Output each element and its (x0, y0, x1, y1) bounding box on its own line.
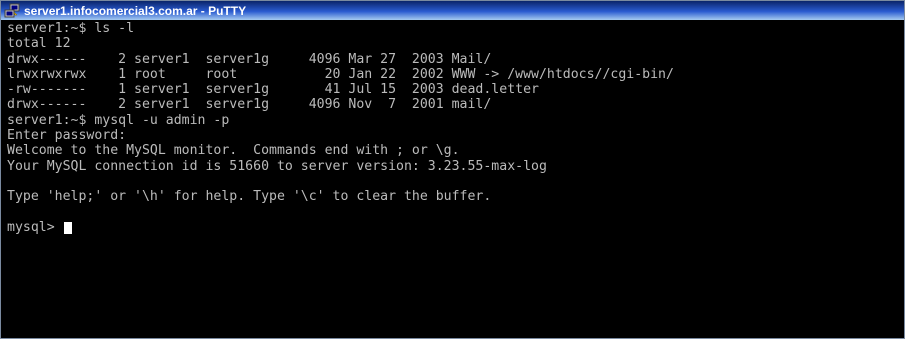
terminal-line: drwx------ 2 server1 server1g 4096 Nov 7… (7, 97, 492, 113)
mysql-prompt: mysql> (7, 219, 63, 235)
terminal-line: Your MySQL connection id is 51660 to ser… (7, 158, 547, 174)
terminal-output: server1:~$ ls -l total 12 drwx------ 2 s… (7, 21, 674, 235)
terminal-line: server1:~$ ls -l (7, 21, 135, 36)
window-title: server1.infocomercial3.com.ar - PuTTY (24, 3, 247, 18)
terminal-line: -rw------- 1 server1 server1g 41 Jul 15 … (7, 82, 539, 98)
terminal-line: total 12 (7, 36, 71, 52)
terminal-line: Type 'help;' or '\h' for help. Type '\c'… (7, 189, 492, 205)
terminal-line: Enter password: (7, 128, 127, 144)
terminal-line: drwx------ 2 server1 server1g 4096 Mar 2… (7, 51, 492, 67)
terminal-line: Welcome to the MySQL monitor. Commands e… (7, 143, 460, 159)
mysql-prompt-line[interactable]: mysql> (7, 220, 674, 235)
putty-icon[interactable] (4, 3, 20, 19)
title-bar[interactable]: server1.infocomercial3.com.ar - PuTTY (1, 1, 904, 20)
terminal-line: server1:~$ mysql -u admin -p (7, 112, 230, 128)
terminal-area[interactable]: server1:~$ ls -l total 12 drwx------ 2 s… (1, 20, 904, 338)
terminal-line: lrwxrwxrwx 1 root root 20 Jan 22 2002 WW… (7, 66, 674, 82)
cursor (63, 221, 72, 234)
putty-window: server1.infocomercial3.com.ar - PuTTY se… (0, 0, 905, 339)
